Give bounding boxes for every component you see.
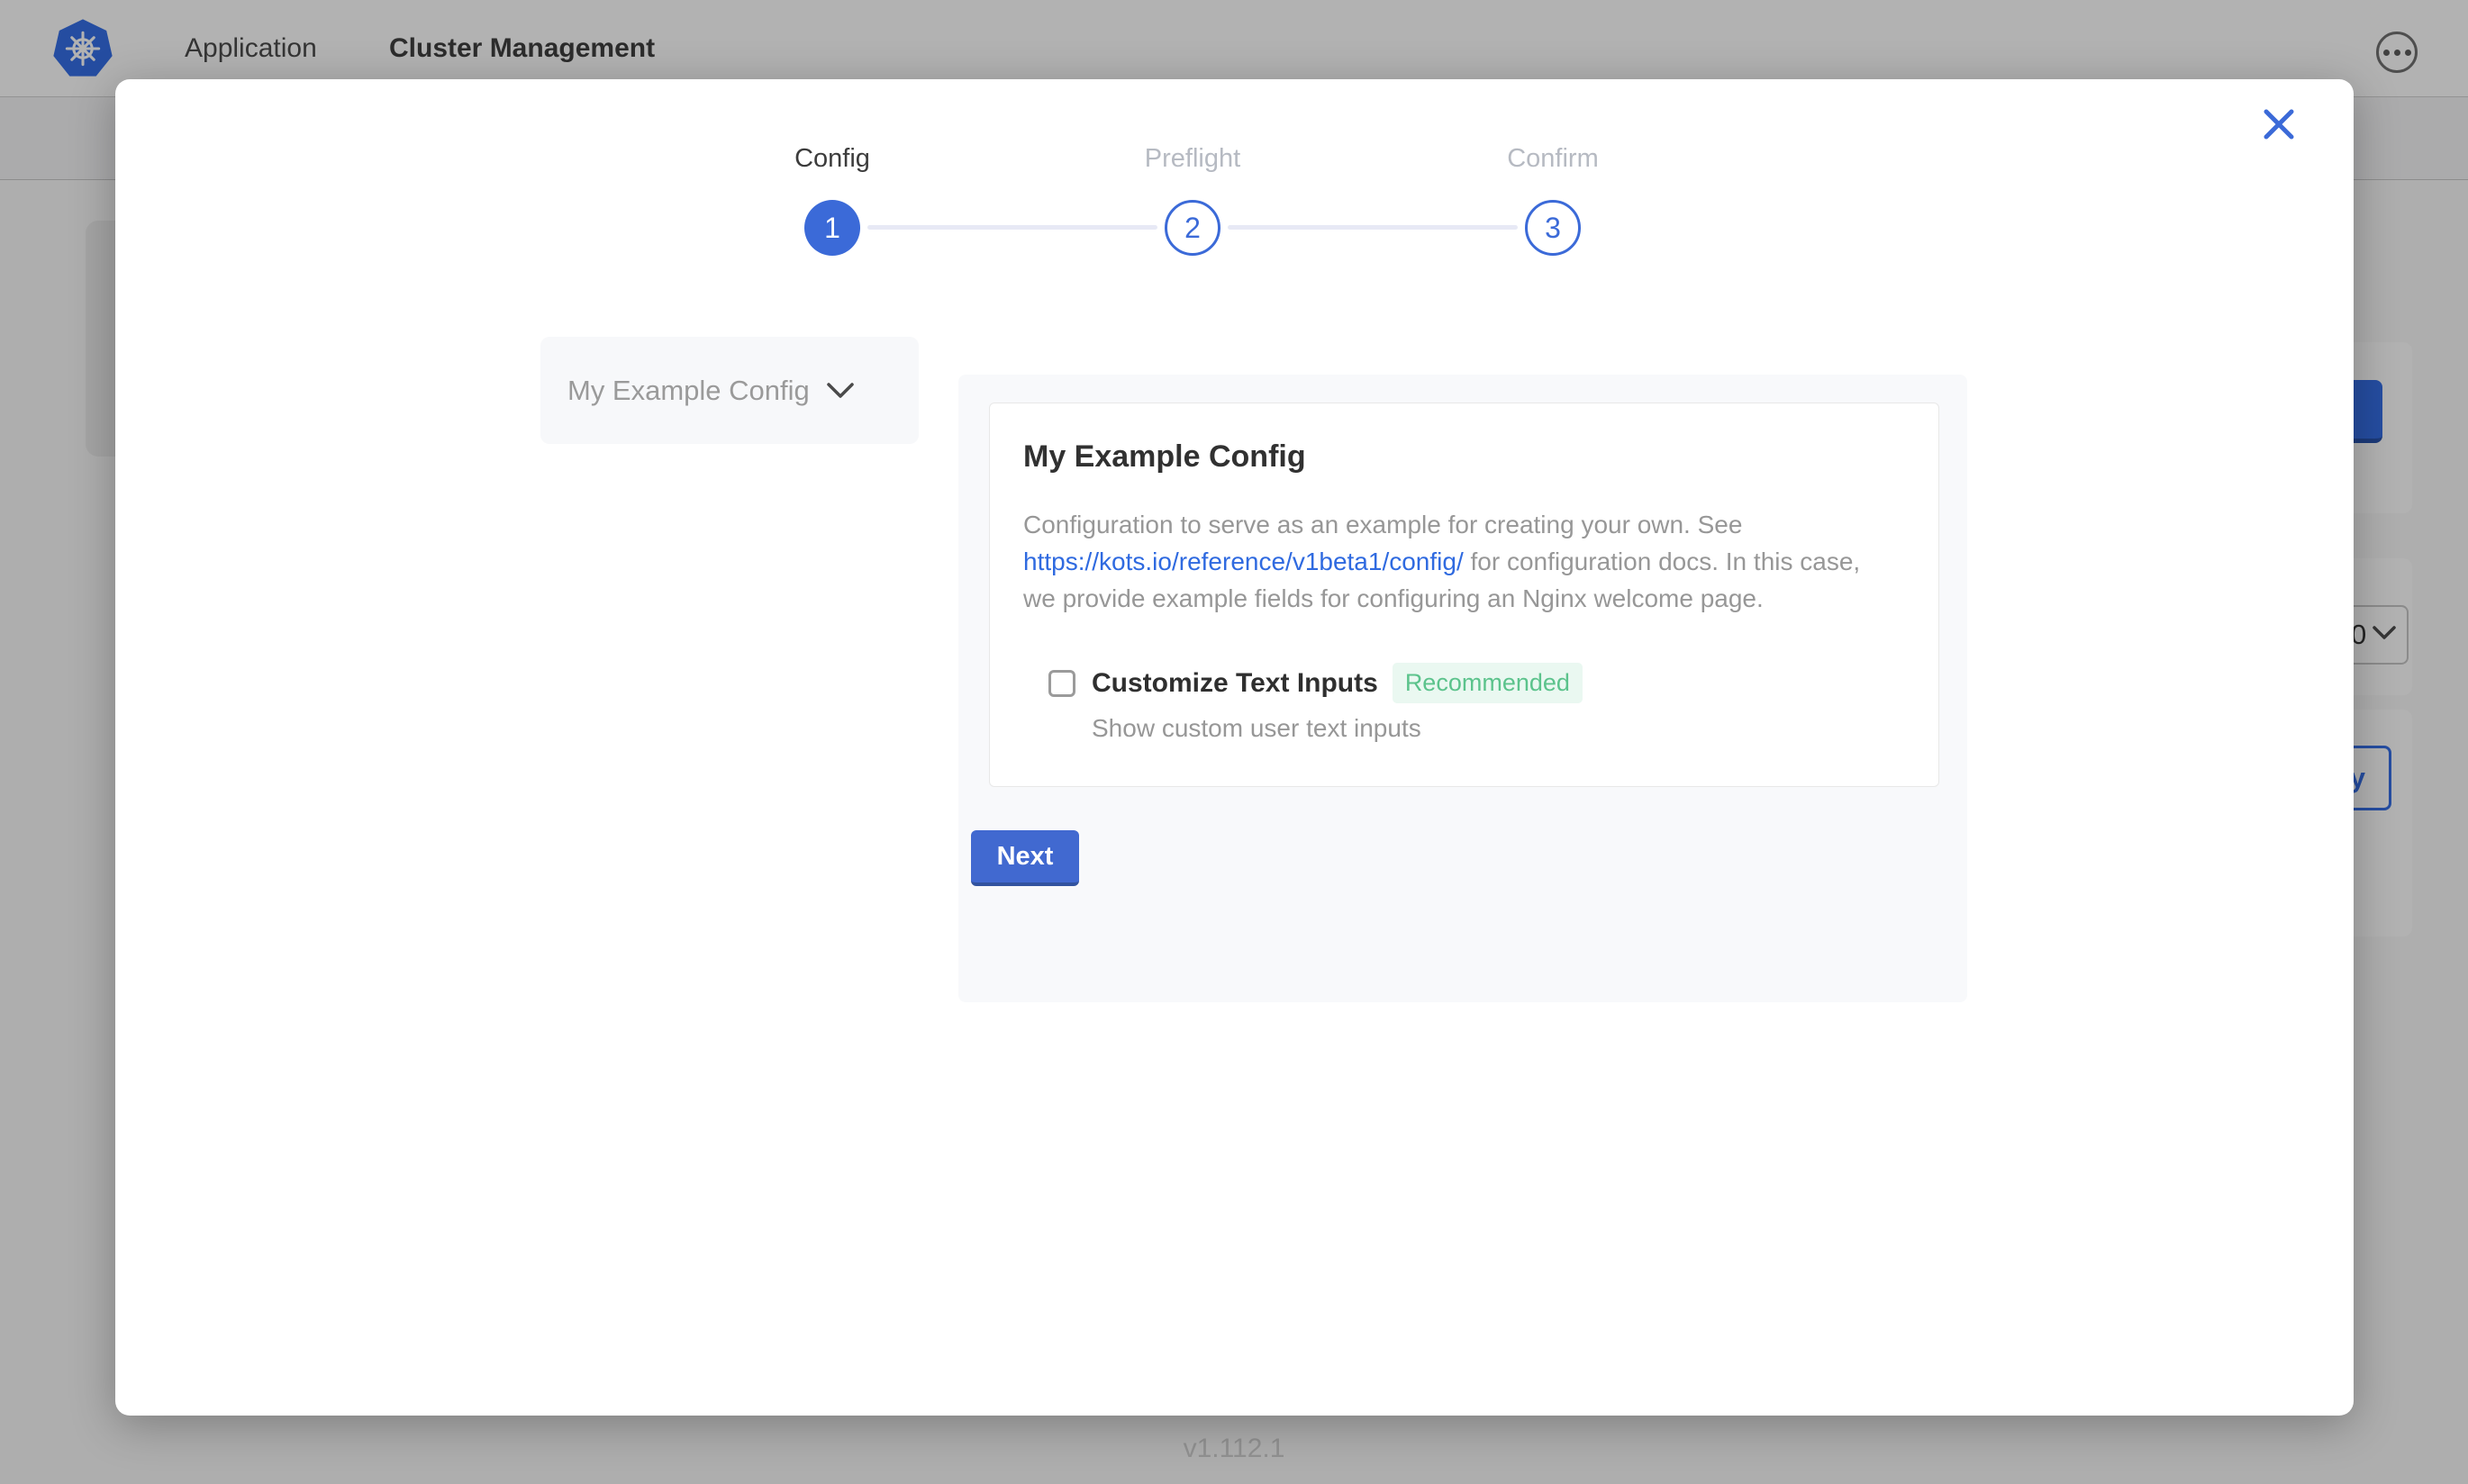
customize-text-inputs-row: Customize Text Inputs Recommended	[1048, 663, 1583, 703]
step-label-confirm: Confirm	[1445, 144, 1661, 174]
config-docs-link[interactable]: https://kots.io/reference/v1beta1/config…	[1023, 547, 1464, 575]
config-panel: My Example Config Configuration to serve…	[958, 375, 1967, 1002]
config-group-selector[interactable]: My Example Config	[540, 337, 919, 444]
customize-text-inputs-label[interactable]: Customize Text Inputs	[1092, 668, 1378, 699]
chevron-down-icon	[826, 381, 855, 401]
config-group-description: Configuration to serve as an example for…	[1023, 506, 1860, 617]
step-connector	[867, 225, 1157, 230]
page: Application Cluster Management 0 y v1.11…	[0, 0, 2468, 1484]
step-connector	[1228, 225, 1518, 230]
step-circle-1: 1	[804, 200, 860, 256]
recommended-badge: Recommended	[1393, 663, 1583, 703]
close-icon[interactable]	[2261, 106, 2297, 142]
config-group-card: My Example Config Configuration to serve…	[989, 403, 1939, 787]
customize-text-inputs-checkbox[interactable]	[1048, 670, 1075, 697]
step-circle-2: 2	[1165, 200, 1220, 256]
customize-text-inputs-help: Show custom user text inputs	[1092, 714, 1421, 743]
config-group-title: My Example Config	[1023, 439, 1306, 475]
config-group-selector-label: My Example Config	[567, 375, 810, 407]
step-label-preflight: Preflight	[1084, 144, 1301, 174]
config-wizard-modal: Config Preflight Confirm 1 2 3 My Exampl…	[115, 79, 2354, 1416]
step-label-config: Config	[724, 144, 940, 174]
step-circle-3: 3	[1525, 200, 1581, 256]
next-button[interactable]: Next	[971, 830, 1079, 886]
